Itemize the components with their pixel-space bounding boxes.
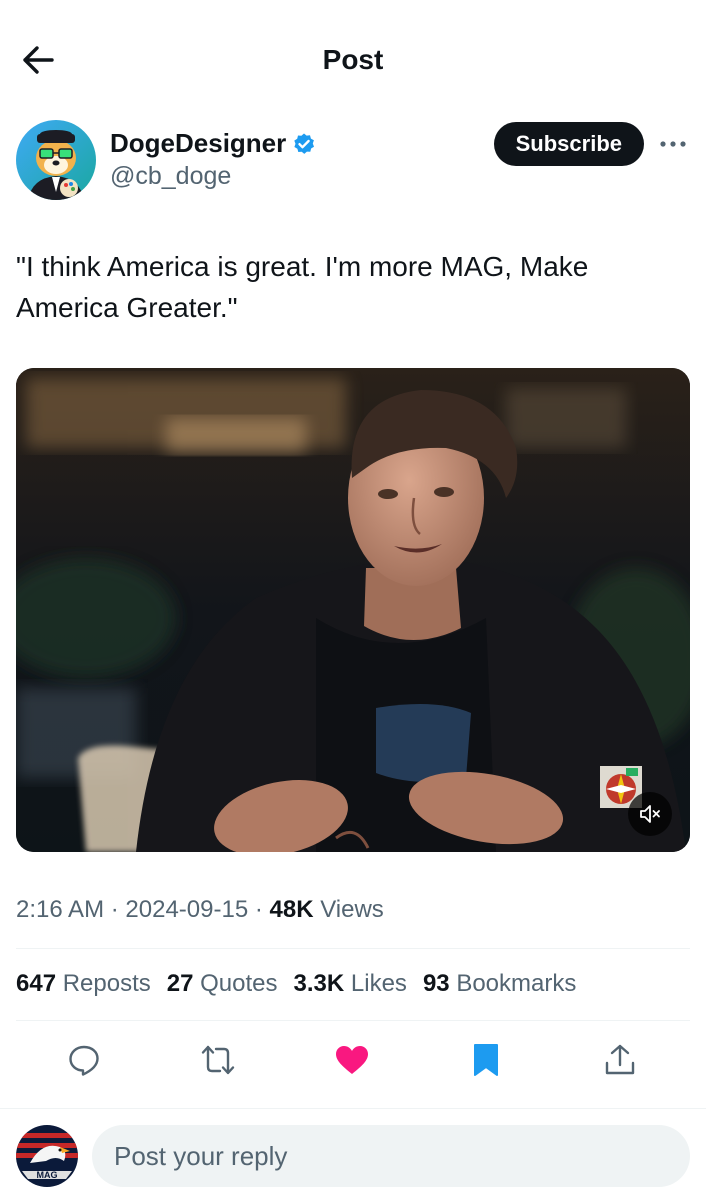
- bookmarks-label: Bookmarks: [456, 970, 577, 997]
- repost-icon: [201, 1045, 235, 1075]
- page-title: Post: [322, 44, 384, 75]
- reply-icon: [69, 1045, 99, 1076]
- subscribe-button[interactable]: Subscribe: [493, 122, 644, 166]
- likes-stat[interactable]: 3.3K Likes: [294, 970, 407, 998]
- reply-input[interactable]: [92, 1125, 690, 1187]
- views-count: 48K: [269, 896, 314, 923]
- video-frame-image: [16, 368, 690, 852]
- reply-button[interactable]: [64, 1040, 104, 1080]
- more-horizontal-icon: [660, 141, 686, 147]
- divider: [16, 1020, 690, 1021]
- speaker-muted-icon: [640, 805, 660, 823]
- post-meta: 2:16 AM · 2024-09-15 · 48K Views: [16, 896, 384, 924]
- reposts-count: 647: [16, 970, 57, 997]
- quotes-stat[interactable]: 27 Quotes: [167, 970, 278, 998]
- post-stats: 647 Reposts 27 Quotes 3.3K Likes 93 Book…: [16, 970, 576, 998]
- current-user-avatar[interactable]: MAG: [16, 1125, 78, 1187]
- verified-badge-icon: [294, 133, 315, 154]
- reply-bar: MAG: [0, 1108, 706, 1200]
- mute-toggle-button[interactable]: [628, 792, 672, 836]
- doge-avatar-image: [16, 120, 96, 200]
- post-date[interactable]: 2024-09-15: [125, 896, 248, 923]
- likes-label: Likes: [350, 970, 407, 997]
- bookmark-filled-icon: [474, 1044, 498, 1076]
- quotes-label: Quotes: [200, 970, 278, 997]
- bookmark-button[interactable]: [466, 1040, 506, 1080]
- meta-separator: ·: [254, 896, 263, 923]
- author-handle[interactable]: @cb_doge: [110, 162, 231, 191]
- post-time[interactable]: 2:16 AM: [16, 896, 104, 923]
- author-display-name[interactable]: DogeDesigner: [110, 128, 286, 159]
- more-options-button[interactable]: [656, 126, 690, 162]
- likes-count: 3.3K: [293, 970, 345, 997]
- meta-separator: ·: [110, 896, 119, 923]
- bookmarks-count: 93: [422, 970, 450, 997]
- divider: [16, 948, 690, 949]
- repost-button[interactable]: [198, 1040, 238, 1080]
- action-bar: [16, 1036, 690, 1084]
- post-author: DogeDesigner @cb_doge Subscribe: [16, 120, 690, 204]
- top-bar: Post: [0, 0, 706, 110]
- post-video[interactable]: [16, 368, 690, 852]
- heart-filled-icon: [336, 1046, 368, 1074]
- post-text: "I think America is great. I'm more MAG,…: [16, 251, 589, 323]
- like-button[interactable]: [332, 1040, 372, 1080]
- avatar-badge-text: MAG: [37, 1170, 58, 1180]
- bookmarks-stat[interactable]: 93 Bookmarks: [423, 970, 576, 998]
- share-button[interactable]: [600, 1040, 640, 1080]
- reposts-stat[interactable]: 647 Reposts: [16, 970, 151, 998]
- mag-eagle-avatar-image: MAG: [16, 1125, 78, 1187]
- share-icon: [605, 1044, 635, 1075]
- author-name-row: DogeDesigner: [110, 128, 316, 159]
- views-label: Views: [320, 896, 384, 923]
- author-avatar[interactable]: [16, 120, 96, 200]
- reposts-label: Reposts: [62, 970, 151, 997]
- quotes-count: 27: [166, 970, 194, 997]
